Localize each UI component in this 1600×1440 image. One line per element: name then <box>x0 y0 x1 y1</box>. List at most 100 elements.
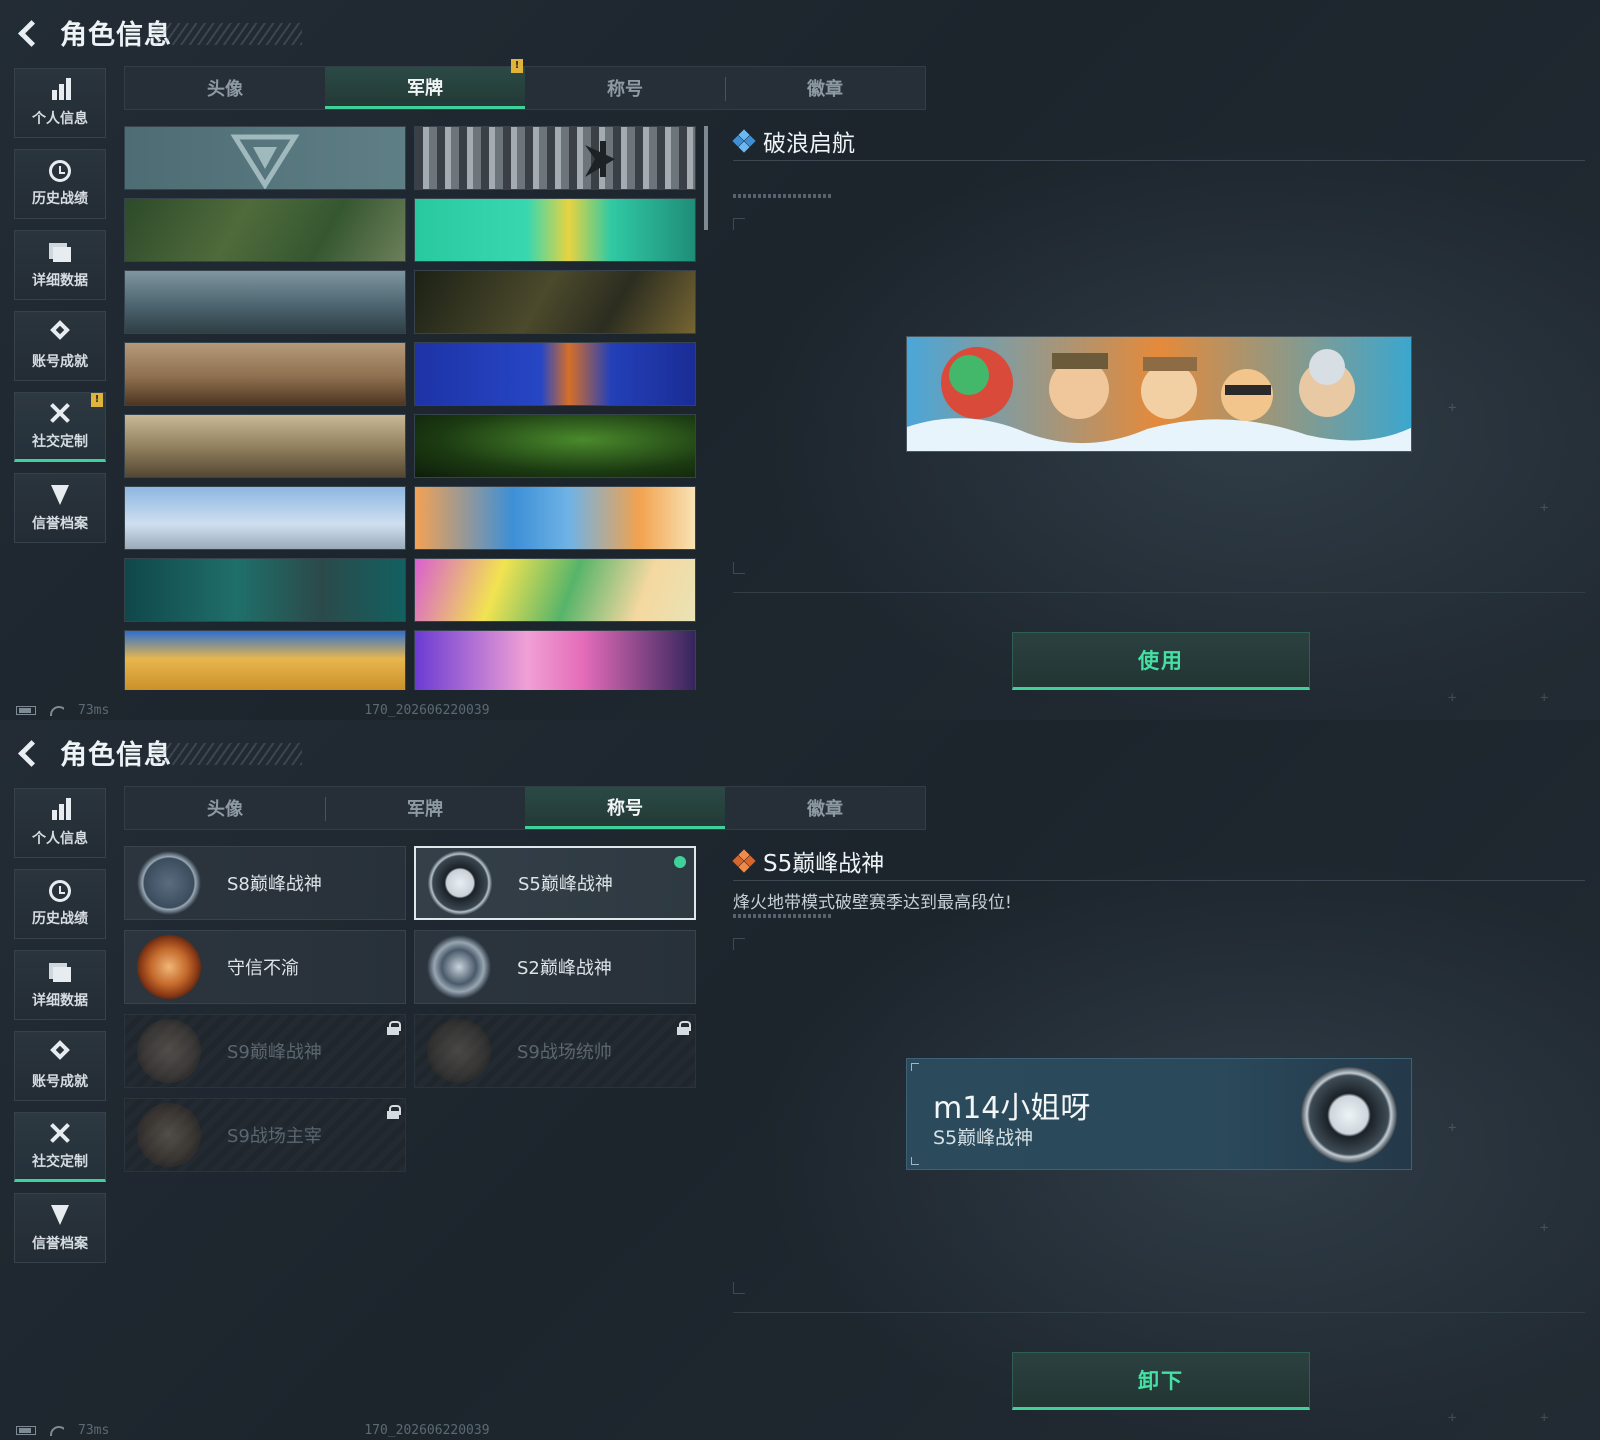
cartoon-characters-illustration <box>907 337 1411 451</box>
title-list: S8巅峰战神 S5巅峰战神 守信不渝 S2巅峰战神 S9巅峰战神 S9战场统帅 … <box>124 846 696 1186</box>
tab-badge[interactable]: 徽章 <box>725 787 925 829</box>
sidebar-item-label: 历史战绩 <box>32 911 88 927</box>
s8-emblem-icon <box>137 851 201 915</box>
hud-cross-decoration: + <box>1448 690 1457 706</box>
title-card-s8-peak[interactable]: S8巅峰战神 <box>124 846 406 920</box>
back-arrow-icon[interactable] <box>14 737 44 767</box>
wifi-icon <box>50 704 64 716</box>
title-card-s9-commander[interactable]: S9战场统帅 <box>414 1014 696 1088</box>
title-name: S5巅峰战神 <box>518 874 613 895</box>
sidebar-item-match-history[interactable]: 历史战绩 <box>14 869 106 939</box>
banner-item-gym-teal[interactable] <box>124 558 406 622</box>
unequip-button[interactable]: 卸下 <box>1012 1352 1310 1410</box>
banner-item-sniper-ruins[interactable] <box>124 414 406 478</box>
divider <box>733 592 1585 593</box>
sidebar-item-match-history[interactable]: 历史战绩 <box>14 149 106 219</box>
sidebar-item-label: 社交定制 <box>32 434 88 450</box>
sidebar-item-label: 账号成就 <box>32 1074 88 1090</box>
detail-header: 破浪启航 <box>732 124 855 158</box>
frame-corner <box>733 1282 745 1294</box>
shield-icon <box>47 483 73 507</box>
banner-item-night-vision[interactable] <box>414 414 696 478</box>
banner-item-weapons-table[interactable] <box>124 198 406 262</box>
tab-title[interactable]: 称号 <box>525 787 725 829</box>
banner-item-weapons-dark[interactable] <box>414 270 696 334</box>
diamond-cluster-icon <box>732 849 756 873</box>
tab-label: 军牌 <box>407 77 443 99</box>
sidebar-item-achievements[interactable]: 账号成就 <box>14 1031 106 1101</box>
shield-icon <box>47 1203 73 1227</box>
use-button[interactable]: 使用 <box>1012 632 1310 690</box>
banner-item-pink-city[interactable] <box>414 630 696 690</box>
page-header: 角色信息 <box>14 734 302 771</box>
sidebar-item-achievements[interactable]: 账号成就 <box>14 311 106 381</box>
nameplate-title: S5巅峰战神 <box>933 1127 1034 1149</box>
sidebar-item-personal-info[interactable]: 个人信息 <box>14 68 106 138</box>
bar-chart-icon <box>47 798 73 822</box>
scales-emblem-icon <box>137 935 201 999</box>
banner-item-desert-sunset[interactable] <box>124 630 406 690</box>
equipped-indicator <box>674 856 686 868</box>
alert-badge: ! <box>511 59 523 73</box>
sidebar-item-label: 信誉档案 <box>32 1236 88 1252</box>
header-hatch-decoration <box>152 743 302 765</box>
banner-item-blue-mask[interactable] <box>414 342 696 406</box>
divider <box>733 160 1585 161</box>
lock-icon <box>677 1021 691 1035</box>
alert-badge: ! <box>91 393 103 407</box>
hud-cross-decoration: + <box>1448 1120 1457 1136</box>
banner-item-chrome-logo[interactable] <box>414 126 696 190</box>
tab-avatar[interactable]: 头像 <box>125 787 325 829</box>
back-arrow-icon[interactable] <box>14 17 44 47</box>
sidebar: 个人信息 历史战绩 详细数据 账号成就 社交定制 信誉档案 <box>14 788 106 1274</box>
build-version: 170_202606220039 <box>364 702 490 718</box>
tab-military-tag[interactable]: 军牌 ! <box>325 59 525 109</box>
tab-military-tag[interactable]: 军牌 <box>325 787 525 829</box>
chrome-logo-icon <box>585 141 615 177</box>
banner-item-orange-fish[interactable] <box>414 486 696 550</box>
hud-cross-decoration: + <box>1448 400 1457 416</box>
sidebar-item-reputation[interactable]: 信誉档案 <box>14 1193 106 1263</box>
clock-icon <box>49 880 71 902</box>
title-name: S9战场统帅 <box>517 1042 612 1063</box>
hud-cross-decoration: + <box>1448 1410 1457 1426</box>
s2-emblem-icon <box>427 935 491 999</box>
sidebar-item-detailed-data[interactable]: 详细数据 <box>14 950 106 1020</box>
frame-corner <box>911 1063 919 1071</box>
sidebar-item-reputation[interactable]: 信誉档案 <box>14 473 106 543</box>
battery-icon <box>16 1425 36 1435</box>
sidebar-item-label: 详细数据 <box>32 273 88 289</box>
selected-item-description: 烽火地带模式破壁赛季达到最高段位! <box>733 893 1012 913</box>
hud-cross-decoration: + <box>1540 690 1549 706</box>
clock-icon <box>49 160 71 182</box>
title-card-s5-peak[interactable]: S5巅峰战神 <box>414 846 696 920</box>
tab-bar: 头像 军牌 称号 徽章 <box>124 786 926 830</box>
banner-item-music-colorful[interactable] <box>414 558 696 622</box>
folder-icon <box>47 240 73 264</box>
sidebar-item-detailed-data[interactable]: 详细数据 <box>14 230 106 300</box>
banner-item-emblem-logo[interactable] <box>124 126 406 190</box>
title-card-trustworthy[interactable]: 守信不渝 <box>124 930 406 1004</box>
sidebar-item-personal-info[interactable]: 个人信息 <box>14 788 106 858</box>
banner-item-aircraft-desert[interactable] <box>124 342 406 406</box>
hud-cross-decoration: + <box>1540 500 1549 516</box>
banner-item-helicopter-sky[interactable] <box>124 270 406 334</box>
tab-bar: 头像 军牌 ! 称号 徽章 <box>124 59 926 110</box>
screen-titles: + + + + 角色信息 个人信息 历史战绩 详细数据 账号成就 社交定制 信誉… <box>0 720 1600 1440</box>
tab-badge[interactable]: 徽章 <box>725 67 925 109</box>
tab-title[interactable]: 称号 <box>525 67 725 109</box>
sidebar-item-label: 个人信息 <box>32 831 88 847</box>
sidebar-item-social-customization[interactable]: 社交定制 <box>14 1112 106 1182</box>
grid-scrollbar[interactable] <box>704 126 708 230</box>
tab-avatar[interactable]: 头像 <box>125 67 325 109</box>
title-card-s2-peak[interactable]: S2巅峰战神 <box>414 930 696 1004</box>
frame-corner <box>733 562 745 574</box>
sidebar-item-social-customization[interactable]: ! 社交定制 <box>14 392 106 462</box>
banner-item-castle-sky[interactable] <box>124 486 406 550</box>
selected-item-title: 破浪启航 <box>763 131 855 157</box>
title-card-s9-peak[interactable]: S9巅峰战神 <box>124 1014 406 1088</box>
banner-item-cartoon-teal[interactable] <box>414 198 696 262</box>
title-card-s9-dominator[interactable]: S9战场主宰 <box>124 1098 406 1172</box>
divider <box>733 880 1585 881</box>
sidebar-item-label: 详细数据 <box>32 993 88 1009</box>
